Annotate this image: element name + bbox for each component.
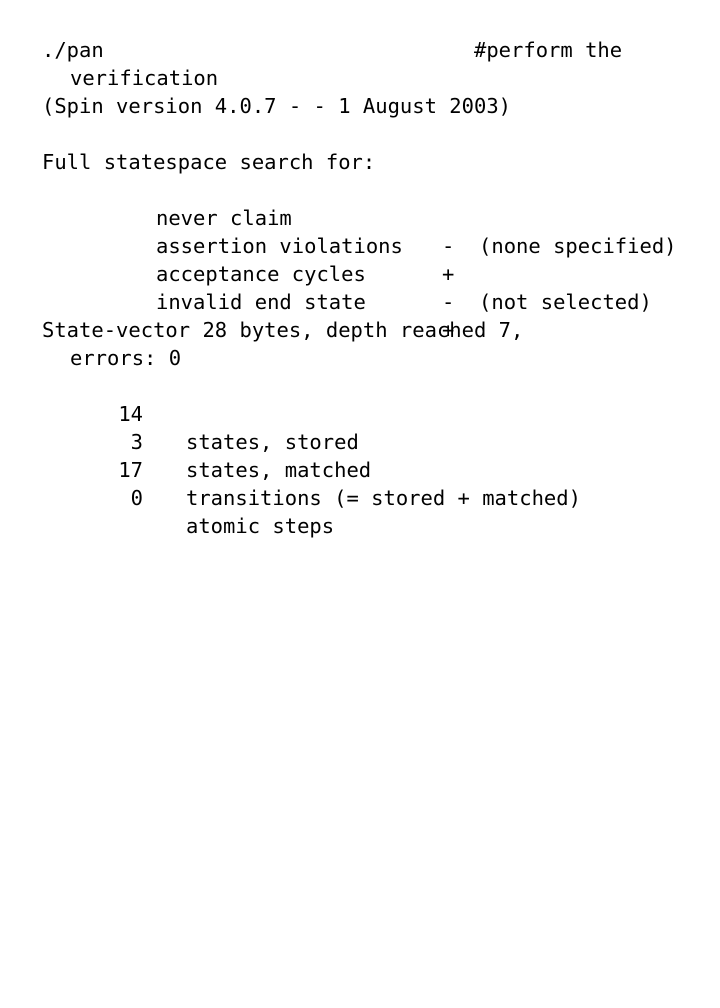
search-option-label: assertion violations [156,234,403,258]
search-option-label: never claim [156,206,292,230]
state-vector-summary: State-vector 28 bytes, depth reached 7, [42,318,524,342]
search-option-flag: - (none specified) [442,234,677,258]
search-header: Full statespace search for: [42,150,376,174]
errors-count: errors: 0 [70,346,182,370]
statistic-count: 0 [130,486,143,510]
statistic-label: transitions (= stored + matched) [186,486,581,510]
search-option-flag: - (not selected) [442,290,652,314]
statistic-count: 14 [118,402,143,426]
statistic-count: 3 [130,430,143,454]
statistic-label: atomic steps [186,514,335,538]
search-option-label: invalid end state [156,290,366,314]
terminal-output: ./pan #perform the verification (Spin ve… [0,0,720,540]
spin-version-banner: (Spin version 4.0.7 - - 1 August 2003) [42,94,511,118]
search-option-flag: + [442,262,455,286]
search-option-label: acceptance cycles [156,262,366,286]
statistic-label: states, stored [186,430,359,454]
statistic-count: 17 [118,458,143,482]
statistic-row: 0 atomic steps [0,456,334,568]
pan-command: ./pan [42,38,104,62]
pan-command-comment: #perform the [474,38,623,62]
statistic-label: states, matched [186,458,372,482]
pan-command-comment-continuation: verification [70,66,219,90]
